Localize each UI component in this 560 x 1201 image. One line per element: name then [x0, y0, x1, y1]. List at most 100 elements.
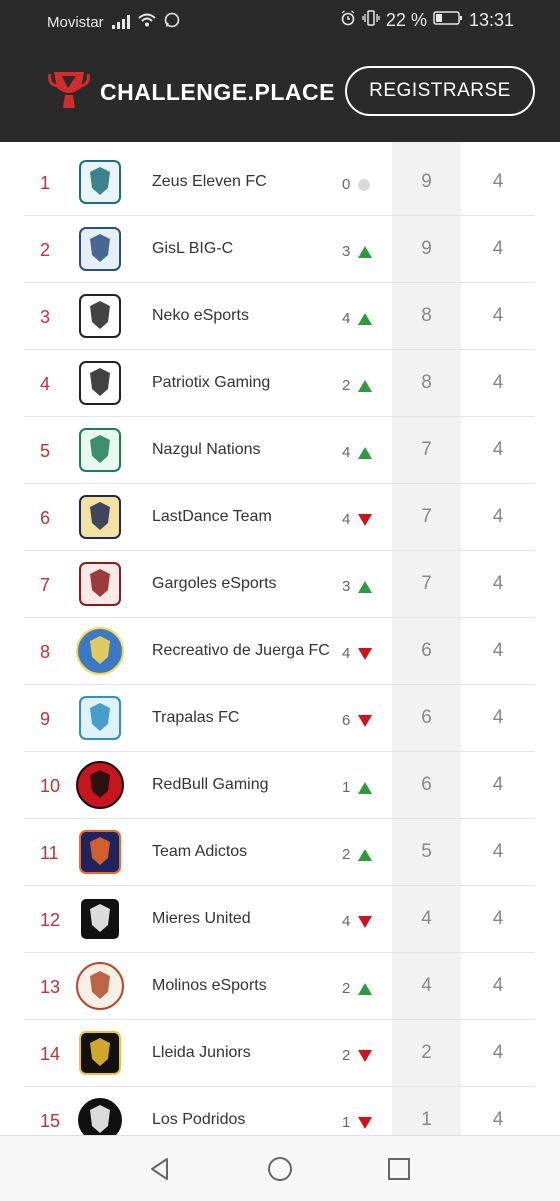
team-name[interactable]: Team Adictos	[152, 843, 247, 861]
position-change-value: 0	[342, 176, 351, 193]
position-change: 2	[342, 980, 373, 997]
vibrate-icon	[362, 10, 380, 31]
rank-number: 8	[40, 642, 51, 662]
table-row[interactable]: 3 Neko eSports 4 8 4	[24, 283, 535, 350]
logo-text: CHALLENGE.PLACE	[100, 79, 335, 105]
team-logo-icon	[72, 1029, 128, 1077]
position-change-value: 2	[342, 1047, 351, 1064]
points-value: 8	[421, 372, 432, 393]
team-name[interactable]: Lleida Juniors	[152, 1044, 251, 1062]
trend-up-icon	[358, 848, 373, 861]
trend-down-icon	[358, 714, 373, 727]
table-row[interactable]: 7 Gargoles eSports 3 7 4	[24, 551, 535, 618]
team-name[interactable]: Patriotix Gaming	[152, 374, 270, 392]
position-change: 4	[342, 913, 373, 930]
trend-up-icon	[358, 312, 373, 325]
position-change: 2	[342, 1047, 373, 1064]
position-change-value: 6	[342, 712, 351, 729]
table-row[interactable]: 11 Team Adictos 2 5 4	[24, 819, 535, 886]
position-change: 0	[342, 176, 371, 193]
position-change: 2	[342, 377, 373, 394]
table-row[interactable]: 4 Patriotix Gaming 2 8 4	[24, 350, 535, 417]
position-change: 4	[342, 511, 373, 528]
table-row[interactable]: 8 Recreativo de Juerga FC 4 6 4	[24, 618, 535, 685]
trend-down-icon	[358, 1049, 373, 1062]
points-value: 7	[421, 439, 432, 460]
played-value: 4	[492, 238, 504, 259]
played-value: 4	[492, 372, 504, 393]
table-row[interactable]: 1 Zeus Eleven FC 0 9 4	[24, 149, 535, 216]
team-name[interactable]: Gargoles eSports	[152, 575, 277, 593]
rank-number: 3	[40, 307, 51, 327]
position-change: 4	[342, 645, 373, 662]
team-logo-icon	[72, 158, 128, 206]
position-change: 3	[342, 243, 373, 260]
trend-up-icon	[358, 379, 373, 392]
alarm-icon	[340, 10, 356, 31]
table-row[interactable]: 13 Molinos eSports 2 4 4	[24, 953, 535, 1020]
team-name[interactable]: GisL BIG-C	[152, 240, 233, 258]
status-bar: Movistar 22 % 13:31	[0, 0, 560, 42]
points-value: 6	[421, 640, 432, 661]
team-name[interactable]: LastDance Team	[152, 508, 272, 526]
rank-number: 12	[40, 910, 61, 930]
position-change-value: 1	[342, 779, 351, 796]
team-name[interactable]: Los Podridos	[152, 1111, 245, 1129]
points-value: 9	[421, 171, 432, 192]
rank-number: 11	[40, 843, 59, 863]
table-row[interactable]: 14 Lleida Juniors 2 2 4	[24, 1020, 535, 1087]
points-value: 4	[421, 908, 432, 929]
recent-apps-icon[interactable]	[384, 1154, 414, 1184]
team-logo-icon	[72, 627, 128, 675]
battery-icon	[433, 10, 463, 31]
position-change: 4	[342, 444, 373, 461]
team-name[interactable]: Trapalas FC	[152, 709, 239, 727]
team-logo-icon	[72, 962, 128, 1010]
trend-up-icon	[358, 580, 373, 593]
trend-up-icon	[358, 245, 373, 258]
team-logo-icon	[72, 225, 128, 273]
position-change: 6	[342, 712, 373, 729]
team-name[interactable]: Neko eSports	[152, 307, 249, 325]
trend-neutral-icon	[358, 178, 371, 191]
team-logo-icon	[72, 292, 128, 340]
rank-number: 13	[40, 977, 61, 997]
team-name[interactable]: Molinos eSports	[152, 977, 267, 995]
team-logo-icon	[72, 761, 128, 809]
rank-number: 15	[40, 1111, 61, 1131]
android-nav-bar	[0, 1135, 560, 1201]
position-change: 1	[342, 1114, 373, 1131]
team-name[interactable]: Recreativo de Juerga FC	[152, 642, 330, 660]
position-change-value: 4	[342, 511, 351, 528]
home-icon[interactable]	[265, 1154, 295, 1184]
table-row[interactable]: 9 Trapalas FC 6 6 4	[24, 685, 535, 752]
rank-number: 7	[40, 575, 51, 595]
team-logo-icon	[72, 694, 128, 742]
table-row[interactable]: 10 RedBull Gaming 1 6 4	[24, 752, 535, 819]
standings-table: 1 Zeus Eleven FC 0 9 4 2 GisL BIG-C 3 9 4 3 Neko eS…	[0, 142, 560, 1135]
position-change-value: 4	[342, 310, 351, 327]
trend-up-icon	[358, 781, 373, 794]
team-name[interactable]: Nazgul Nations	[152, 441, 261, 459]
table-row[interactable]: 5 Nazgul Nations 4 7 4	[24, 417, 535, 484]
table-row[interactable]: 6 LastDance Team 4 7 4	[24, 484, 535, 551]
rank-number: 1	[40, 173, 51, 193]
position-change: 2	[342, 846, 373, 863]
team-name[interactable]: RedBull Gaming	[152, 776, 269, 794]
points-value: 8	[421, 305, 432, 326]
played-value: 4	[492, 908, 504, 929]
position-change: 4	[342, 310, 373, 327]
table-row[interactable]: 2 GisL BIG-C 3 9 4	[24, 216, 535, 283]
back-icon[interactable]	[145, 1154, 175, 1184]
site-logo[interactable]: CHALLENGE.PLACE	[48, 68, 335, 117]
points-value: 6	[421, 774, 432, 795]
played-value: 4	[492, 841, 504, 862]
table-row[interactable]: 15 Los Podridos 1 1 4	[24, 1087, 535, 1135]
rank-number: 2	[40, 240, 51, 260]
standings-frame: 1 Zeus Eleven FC 0 9 4 2 GisL BIG-C 3 9 4 3 Neko eS…	[24, 142, 535, 1135]
register-button[interactable]: REGISTRARSE	[345, 66, 535, 116]
team-name[interactable]: Mieres United	[152, 910, 251, 928]
team-name[interactable]: Zeus Eleven FC	[152, 173, 267, 191]
played-value: 4	[492, 640, 504, 661]
table-row[interactable]: 12 Mieres United 4 4 4	[24, 886, 535, 953]
